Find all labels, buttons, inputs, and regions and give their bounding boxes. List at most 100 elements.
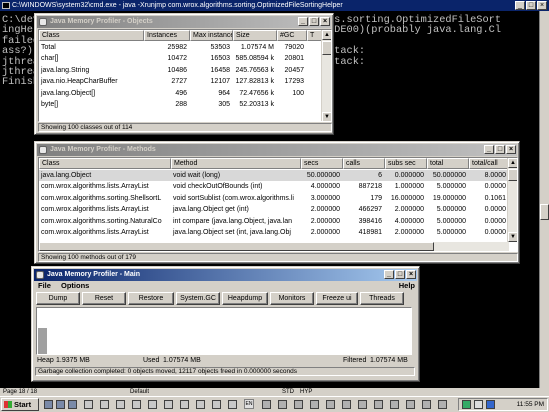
column-header-calls[interactable]: calls (343, 158, 385, 169)
table-row[interactable]: com.wrox.algorithms.lists.ArrayList java… (39, 204, 509, 215)
column-header-max-instances[interactable]: Max instances (190, 30, 233, 41)
main-title-bar[interactable]: Java Memory Profiler - Main _ □ × (34, 269, 417, 281)
task-button-icon[interactable] (326, 400, 335, 409)
table-row[interactable]: com.wrox.algorithms.sorting.NaturalCo in… (39, 216, 509, 227)
quicklaunch-icon[interactable] (56, 400, 65, 409)
scroll-thumb[interactable] (322, 41, 331, 55)
task-button-icon[interactable] (438, 400, 447, 409)
close-button[interactable]: × (537, 1, 547, 10)
column-header-class[interactable]: Class (39, 158, 171, 169)
scroll-up-arrow-icon[interactable]: ▲ (322, 30, 331, 40)
column-header-instances[interactable]: Instances (144, 30, 190, 41)
column-header-method[interactable]: Method (171, 158, 301, 169)
horizontal-scroll-thumb[interactable] (39, 242, 434, 251)
language-indicator[interactable]: EN (244, 399, 254, 409)
cell-gc: 20801 (284, 55, 304, 63)
task-button-icon[interactable] (116, 400, 125, 409)
table-row[interactable]: byte[] 288 305 52.20313 k (39, 99, 323, 110)
task-button-icon[interactable] (278, 400, 287, 409)
scroll-up-arrow-icon[interactable]: ▲ (508, 158, 517, 168)
task-button-icon[interactable] (358, 400, 367, 409)
task-button-icon[interactable] (228, 400, 237, 409)
task-button-icon[interactable] (422, 400, 431, 409)
methods-title: Java Memory Profiler - Methods (50, 146, 156, 153)
tray-app-icon[interactable] (486, 400, 495, 409)
memory-summary: Heap 1.9375 MB Used 1.07574 MB Filtered … (36, 356, 412, 365)
column-header-secs[interactable]: secs (301, 158, 343, 169)
menu-file[interactable]: File (38, 281, 51, 290)
task-button-icon[interactable] (132, 400, 141, 409)
minimize-button[interactable]: _ (515, 1, 525, 10)
cell-total: 5.000000 (436, 217, 466, 225)
close-button[interactable]: × (320, 17, 330, 26)
close-button[interactable]: × (406, 270, 416, 279)
console-scroll-thumb[interactable] (540, 204, 549, 220)
task-button-icon[interactable] (164, 400, 173, 409)
table-row-selected[interactable]: java.lang.Object void wait (long) 50.000… (39, 170, 509, 182)
task-button-icon[interactable] (196, 400, 205, 409)
task-button-icon[interactable] (212, 400, 221, 409)
console-scrollbar[interactable] (539, 11, 549, 388)
column-header-total[interactable]: total (427, 158, 469, 169)
table-row[interactable]: java.lang.String 10486 16458 245.76563 k… (39, 65, 323, 76)
methods-vertical-scrollbar[interactable]: ▲ ▼ (507, 158, 517, 242)
task-button-icon[interactable] (374, 400, 383, 409)
threads-button[interactable]: Threads (360, 292, 404, 305)
task-button-icon[interactable] (180, 400, 189, 409)
maximize-button[interactable]: □ (526, 1, 536, 10)
close-button[interactable]: × (506, 145, 516, 154)
table-row[interactable]: char[] 10472 16503 585.08594 k 20801 (39, 53, 323, 64)
start-button[interactable]: Start (1, 398, 39, 411)
column-header-total-per-call[interactable]: total/call (469, 158, 509, 169)
network-icon[interactable] (462, 400, 471, 409)
objects-title-bar[interactable]: Java Memory Profiler - Objects _ □ × (37, 16, 331, 28)
task-button-icon[interactable] (262, 400, 271, 409)
task-button-icon[interactable] (342, 400, 351, 409)
reset-button[interactable]: Reset (82, 292, 126, 305)
dump-button[interactable]: Dump (36, 292, 80, 305)
task-button-icon[interactable] (294, 400, 303, 409)
freeze-ui-button[interactable]: Freeze ui (316, 292, 358, 305)
system-gc-button[interactable]: System.GC (176, 292, 220, 305)
table-row[interactable]: Total 25982 53503 1.07574 M 79020 (39, 42, 323, 53)
scroll-thumb[interactable] (508, 169, 517, 181)
column-header-class[interactable]: Class (39, 30, 144, 41)
methods-horizontal-scrollbar[interactable] (39, 242, 509, 251)
console-title-bar[interactable]: C:\WINDOWS\system32\cmd.exe - java -Xrun… (0, 0, 549, 11)
task-button-icon[interactable] (310, 400, 319, 409)
minimize-button[interactable]: _ (298, 17, 308, 26)
task-button-icon[interactable] (100, 400, 109, 409)
main-window: Java Memory Profiler - Main _ □ × File O… (31, 266, 420, 382)
table-row[interactable]: com.wrox.algorithms.sorting.ShellsortL v… (39, 193, 509, 204)
maximize-button[interactable]: □ (495, 145, 505, 154)
table-row[interactable]: com.wrox.algorithms.lists.ArrayList java… (39, 227, 509, 238)
quicklaunch-icon[interactable] (44, 400, 53, 409)
quicklaunch-icon[interactable] (68, 400, 77, 409)
task-button-icon[interactable] (390, 400, 399, 409)
task-button-icon[interactable] (406, 400, 415, 409)
table-row[interactable]: java.nio.HeapCharBuffer 2727 12107 127.8… (39, 76, 323, 87)
monitors-button[interactable]: Monitors (270, 292, 314, 305)
heapdump-button[interactable]: Heapdump (222, 292, 268, 305)
scroll-down-arrow-icon[interactable]: ▼ (322, 112, 331, 121)
task-button-icon[interactable] (84, 400, 93, 409)
column-header-gc[interactable]: #GC (277, 30, 307, 41)
minimize-button[interactable]: _ (484, 145, 494, 154)
column-header-size[interactable]: Size (233, 30, 277, 41)
table-row[interactable]: com.wrox.algorithms.lists.ArrayList void… (39, 181, 509, 192)
methods-title-bar[interactable]: Java Memory Profiler - Methods _ □ × (37, 144, 517, 156)
menu-options[interactable]: Options (61, 281, 89, 290)
minimize-button[interactable]: _ (384, 270, 394, 279)
scroll-down-arrow-icon[interactable]: ▼ (508, 232, 517, 242)
maximize-button[interactable]: □ (395, 270, 405, 279)
menu-help[interactable]: Help (399, 281, 415, 290)
mode-std: STD (282, 389, 294, 395)
task-button-icon[interactable] (148, 400, 157, 409)
volume-icon[interactable] (474, 400, 483, 409)
restore-button[interactable]: Restore (128, 292, 174, 305)
column-header-subs-sec[interactable]: subs sec (385, 158, 427, 169)
objects-vertical-scrollbar[interactable]: ▲ ▼ (321, 30, 331, 121)
maximize-button[interactable]: □ (309, 17, 319, 26)
clock[interactable]: 11:55 PM (517, 399, 544, 410)
table-row[interactable]: java.lang.Object[] 496 964 72.47656 k 10… (39, 88, 323, 99)
